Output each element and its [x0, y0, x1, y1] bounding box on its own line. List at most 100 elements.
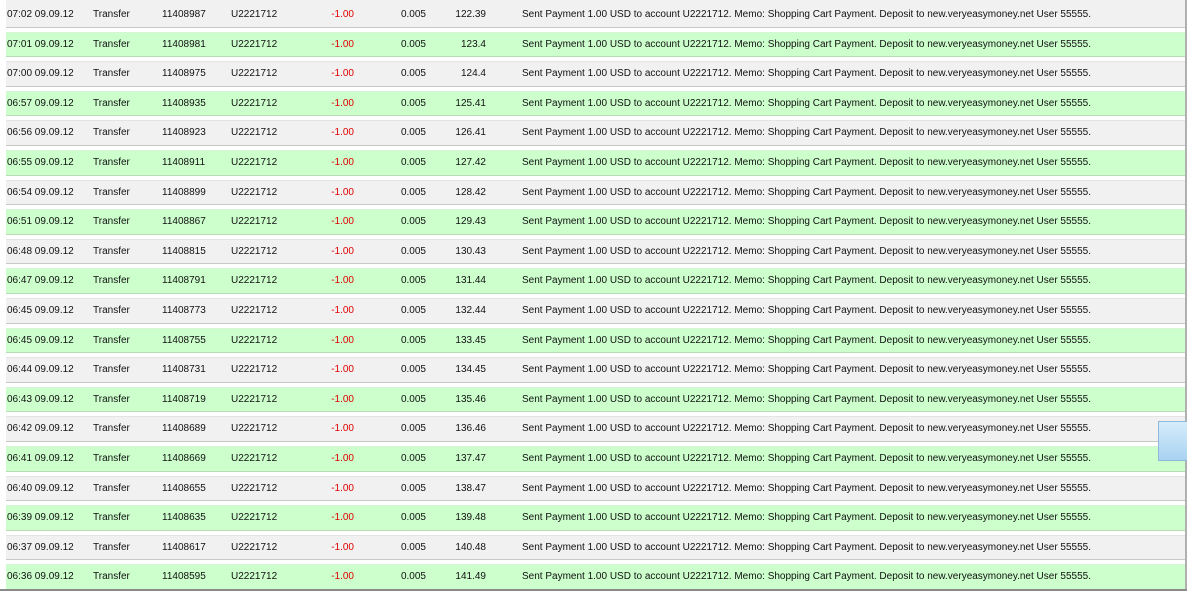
memo-cell: Sent Payment 1.00 USD to account U222171… — [522, 393, 1092, 405]
table-row[interactable]: 06:45 09.09.12 Transfer 11408773 U222171… — [0, 296, 1187, 326]
table-row[interactable]: 06:47 09.09.12 Transfer 11408791 U222171… — [0, 266, 1187, 296]
memo-cell: Sent Payment 1.00 USD to account U222171… — [522, 216, 1092, 228]
account-cell: U2221712 — [231, 512, 278, 524]
memo-cell: Sent Payment 1.00 USD to account U222171… — [522, 97, 1092, 109]
type-cell: Transfer — [93, 127, 130, 139]
batch-cell: 11408755 — [162, 334, 206, 346]
amount-cell: -1.00 — [331, 97, 354, 109]
fee-cell: 0.005 — [400, 245, 426, 257]
batch-cell: 11408987 — [162, 9, 206, 20]
account-cell: U2221712 — [231, 245, 278, 257]
amount-cell: -1.00 — [331, 423, 354, 435]
account-cell: U2221712 — [231, 275, 278, 287]
table-row[interactable]: 06:55 09.09.12 Transfer 11408911 U222171… — [0, 148, 1187, 178]
amount-cell: -1.00 — [331, 364, 354, 376]
fee-cell: 0.005 — [400, 452, 426, 464]
balance-cell: 137.47 — [455, 452, 486, 464]
table-row[interactable]: 07:02 09.09.12 Transfer 11408987 U222171… — [0, 0, 1187, 30]
table-row[interactable]: 07:00 09.09.12 Transfer 11408975 U222171… — [0, 59, 1187, 89]
memo-cell: Sent Payment 1.00 USD to account U222171… — [522, 423, 1092, 435]
amount-cell: -1.00 — [331, 482, 354, 494]
table-row[interactable]: 06:41 09.09.12 Transfer 11408669 U222171… — [0, 444, 1187, 474]
amount-cell: -1.00 — [331, 512, 354, 524]
fee-cell: 0.005 — [400, 423, 426, 435]
table-row[interactable]: 06:44 09.09.12 Transfer 11408731 U222171… — [0, 355, 1187, 385]
memo-cell: Sent Payment 1.00 USD to account U222171… — [522, 334, 1092, 346]
type-cell: Transfer — [93, 482, 130, 494]
account-cell: U2221712 — [231, 38, 278, 50]
balance-cell: 140.48 — [455, 541, 486, 553]
memo-cell: Sent Payment 1.00 USD to account U222171… — [522, 245, 1092, 257]
memo-cell: Sent Payment 1.00 USD to account U222171… — [522, 275, 1092, 287]
account-cell: U2221712 — [231, 452, 278, 464]
table-row[interactable]: 06:39 09.09.12 Transfer 11408635 U222171… — [0, 503, 1187, 533]
table-row[interactable]: 06:43 09.09.12 Transfer 11408719 U222171… — [0, 385, 1187, 415]
balance-cell: 126.41 — [455, 127, 486, 139]
table-row[interactable]: 07:01 09.09.12 Transfer 11408981 U222171… — [0, 30, 1187, 60]
type-cell: Transfer — [93, 512, 130, 524]
batch-cell: 11408689 — [162, 423, 206, 435]
date-cell: 07:00 09.09.12 — [7, 68, 74, 80]
amount-cell: -1.00 — [331, 245, 354, 257]
amount-cell: -1.00 — [331, 156, 354, 168]
balance-cell: 128.42 — [455, 186, 486, 198]
type-cell: Transfer — [93, 275, 130, 287]
table-row[interactable]: 06:48 09.09.12 Transfer 11408815 U222171… — [0, 237, 1187, 267]
account-cell: U2221712 — [231, 9, 278, 20]
account-cell: U2221712 — [231, 334, 278, 346]
amount-cell: -1.00 — [331, 186, 354, 198]
date-cell: 06:55 09.09.12 — [7, 156, 74, 168]
date-cell: 06:51 09.09.12 — [7, 216, 74, 228]
type-cell: Transfer — [93, 541, 130, 553]
amount-cell: -1.00 — [331, 216, 354, 228]
table-row[interactable]: 06:37 09.09.12 Transfer 11408617 U222171… — [0, 533, 1187, 563]
type-cell: Transfer — [93, 156, 130, 168]
fee-cell: 0.005 — [400, 216, 426, 228]
table-row[interactable]: 06:42 09.09.12 Transfer 11408689 U222171… — [0, 414, 1187, 444]
batch-cell: 11408923 — [162, 127, 206, 139]
table-row[interactable]: 06:40 09.09.12 Transfer 11408655 U222171… — [0, 474, 1187, 504]
balance-cell: 127.42 — [455, 156, 486, 168]
side-tab-widget[interactable] — [1158, 421, 1187, 461]
amount-cell: -1.00 — [331, 9, 354, 20]
type-cell: Transfer — [93, 571, 130, 583]
date-cell: 06:45 09.09.12 — [7, 334, 74, 346]
fee-cell: 0.005 — [400, 393, 426, 405]
batch-cell: 11408791 — [162, 275, 206, 287]
batch-cell: 11408935 — [162, 97, 206, 109]
date-cell: 06:47 09.09.12 — [7, 275, 74, 287]
table-row[interactable]: 06:56 09.09.12 Transfer 11408923 U222171… — [0, 118, 1187, 148]
batch-cell: 11408911 — [162, 156, 206, 168]
balance-cell: 138.47 — [455, 482, 486, 494]
batch-cell: 11408731 — [162, 364, 206, 376]
batch-cell: 11408617 — [162, 541, 206, 553]
table-row[interactable]: 06:36 09.09.12 Transfer 11408595 U222171… — [0, 562, 1187, 591]
batch-cell: 11408719 — [162, 393, 206, 405]
type-cell: Transfer — [93, 38, 130, 50]
balance-cell: 135.46 — [455, 393, 486, 405]
table-row[interactable]: 06:45 09.09.12 Transfer 11408755 U222171… — [0, 326, 1187, 356]
batch-cell: 11408899 — [162, 186, 206, 198]
fee-cell: 0.005 — [400, 38, 426, 50]
memo-cell: Sent Payment 1.00 USD to account U222171… — [522, 482, 1092, 494]
balance-cell: 124.4 — [460, 68, 486, 80]
table-row[interactable]: 06:57 09.09.12 Transfer 11408935 U222171… — [0, 89, 1187, 119]
batch-cell: 11408981 — [162, 38, 206, 50]
memo-cell: Sent Payment 1.00 USD to account U222171… — [522, 571, 1092, 583]
table-row[interactable]: 06:51 09.09.12 Transfer 11408867 U222171… — [0, 207, 1187, 237]
type-cell: Transfer — [93, 186, 130, 198]
date-cell: 07:01 09.09.12 — [7, 38, 74, 50]
amount-cell: -1.00 — [331, 571, 354, 583]
balance-cell: 125.41 — [455, 97, 486, 109]
balance-cell: 129.43 — [455, 216, 486, 228]
balance-cell: 130.43 — [455, 245, 486, 257]
account-cell: U2221712 — [231, 156, 278, 168]
date-cell: 06:41 09.09.12 — [7, 452, 74, 464]
balance-cell: 134.45 — [455, 364, 486, 376]
table-row[interactable]: 06:54 09.09.12 Transfer 11408899 U222171… — [0, 178, 1187, 208]
fee-cell: 0.005 — [400, 512, 426, 524]
type-cell: Transfer — [93, 334, 130, 346]
memo-cell: Sent Payment 1.00 USD to account U222171… — [522, 541, 1092, 553]
batch-cell: 11408867 — [162, 216, 206, 228]
memo-cell: Sent Payment 1.00 USD to account U222171… — [522, 156, 1092, 168]
